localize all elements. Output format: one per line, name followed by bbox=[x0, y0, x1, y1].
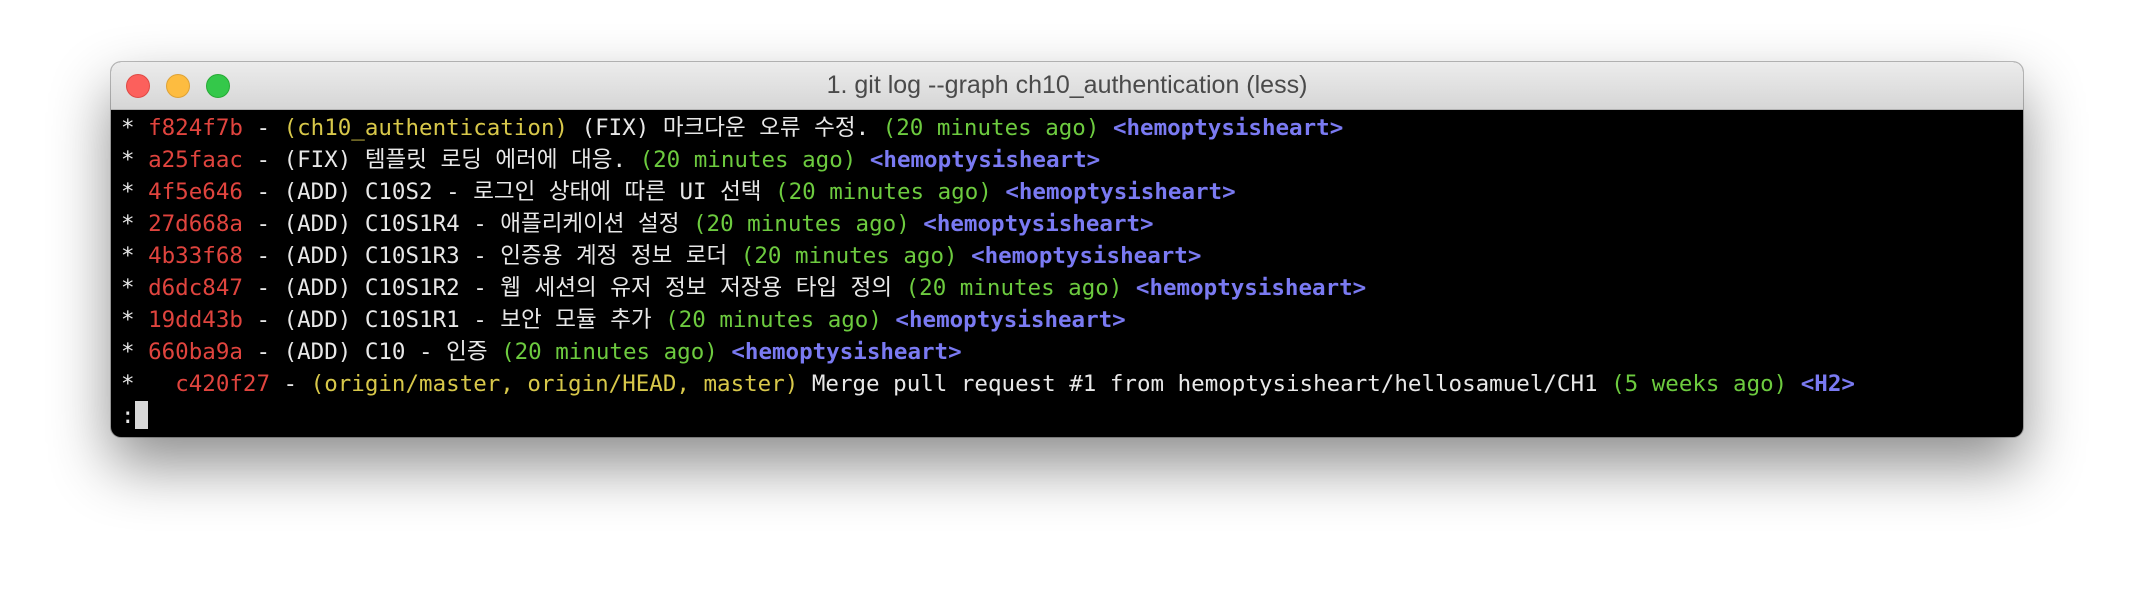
log-line: * 4b33f68 - (ADD) C10S1R3 - 인증용 계정 정보 로더… bbox=[121, 240, 2023, 272]
log-line: * f824f7b - (ch10_authentication) (FIX) … bbox=[121, 112, 2023, 144]
separator: - bbox=[242, 339, 284, 365]
separator: - bbox=[242, 307, 284, 333]
author-name: <hemoptysisheart> bbox=[856, 147, 1101, 173]
separator: - bbox=[242, 147, 284, 173]
log-line: * a25faac - (FIX) 템플릿 로딩 에러에 대응. (20 min… bbox=[121, 144, 2023, 176]
relative-time: (20 minutes ago) bbox=[775, 179, 992, 205]
pager-prompt: : bbox=[121, 403, 135, 429]
author-name: <hemoptysisheart> bbox=[1122, 275, 1367, 301]
commit-message: (ADD) C10S1R1 - 보안 모듈 추가 bbox=[283, 307, 666, 333]
log-line: * c420f27 - (origin/master, origin/HEAD,… bbox=[121, 368, 2023, 400]
author-name: <hemoptysisheart> bbox=[881, 307, 1126, 333]
commit-message: (ADD) C10 - 인증 bbox=[283, 339, 502, 365]
relative-time: (5 weeks ago) bbox=[1611, 371, 1788, 397]
commit-hash: 660ba9a bbox=[148, 339, 243, 365]
graph-marker: * bbox=[121, 275, 149, 301]
relative-time: (20 minutes ago) bbox=[740, 243, 958, 269]
relative-time: (20 minutes ago) bbox=[905, 275, 1123, 301]
graph-marker: * bbox=[121, 211, 149, 237]
commit-message: Merge pull request #1 from hemoptysishea… bbox=[798, 371, 1612, 397]
commit-hash: 27d668a bbox=[148, 211, 243, 237]
commit-hash: f824f7b bbox=[148, 115, 243, 141]
title-bar[interactable]: 1. git log --graph ch10_authentication (… bbox=[111, 62, 2023, 110]
relative-time: (20 minutes ago) bbox=[665, 307, 882, 333]
author-name: <H2> bbox=[1787, 371, 1855, 397]
commit-message: (ADD) C10S1R3 - 인증용 계정 정보 로더 bbox=[283, 243, 741, 269]
log-line: * 660ba9a - (ADD) C10 - 인증 (20 minutes a… bbox=[121, 336, 2023, 368]
separator: - bbox=[242, 275, 284, 301]
graph-marker: * bbox=[121, 371, 176, 397]
author-name: <hemoptysisheart> bbox=[909, 211, 1154, 237]
commit-message: (FIX) 템플릿 로딩 에러에 대응. bbox=[283, 147, 640, 173]
author-name: <hemoptysisheart> bbox=[991, 179, 1236, 205]
commit-hash: c420f27 bbox=[175, 371, 271, 397]
commit-message: (ADD) C10S1R2 - 웹 세션의 유저 정보 저장용 타입 정의 bbox=[283, 275, 906, 301]
commit-hash: d6dc847 bbox=[148, 275, 243, 301]
commit-message: (ADD) C10S1R4 - 애플리케이션 설정 bbox=[283, 211, 693, 237]
separator: - bbox=[242, 115, 284, 141]
pager-prompt-line[interactable]: : bbox=[121, 400, 2023, 432]
relative-time: (20 minutes ago) bbox=[882, 115, 1100, 141]
text-cursor bbox=[134, 401, 148, 429]
log-line: * 27d668a - (ADD) C10S1R4 - 애플리케이션 설정 (2… bbox=[121, 208, 2023, 240]
author-name: <hemoptysisheart> bbox=[717, 339, 962, 365]
separator: - bbox=[242, 243, 284, 269]
author-name: <hemoptysisheart> bbox=[957, 243, 1202, 269]
ref-names: (origin/master, origin/HEAD, master) bbox=[310, 371, 799, 397]
commit-message: (ADD) C10S2 - 로그인 상태에 따른 UI 선택 bbox=[283, 179, 776, 205]
graph-marker: * bbox=[121, 243, 149, 269]
commit-message: (FIX) 마크다운 오류 수정. bbox=[568, 115, 883, 141]
relative-time: (20 minutes ago) bbox=[693, 211, 910, 237]
commit-hash: 19dd43b bbox=[148, 307, 243, 333]
log-line: * 19dd43b - (ADD) C10S1R1 - 보안 모듈 추가 (20… bbox=[121, 304, 2023, 336]
window-title: 1. git log --graph ch10_authentication (… bbox=[826, 71, 1308, 99]
commit-hash: a25faac bbox=[148, 147, 243, 173]
commit-hash: 4f5e646 bbox=[148, 179, 243, 205]
separator: - bbox=[270, 371, 311, 397]
relative-time: (20 minutes ago) bbox=[639, 147, 857, 173]
commit-hash: 4b33f68 bbox=[148, 243, 243, 269]
terminal-window: 1. git log --graph ch10_authentication (… bbox=[111, 62, 2023, 437]
separator: - bbox=[242, 179, 284, 205]
ref-names: (ch10_authentication) bbox=[283, 115, 569, 141]
separator: - bbox=[242, 211, 284, 237]
graph-marker: * bbox=[121, 339, 149, 365]
graph-marker: * bbox=[121, 307, 149, 333]
relative-time: (20 minutes ago) bbox=[501, 339, 718, 365]
terminal-output[interactable]: * f824f7b - (ch10_authentication) (FIX) … bbox=[111, 110, 2023, 432]
graph-marker: * bbox=[121, 115, 149, 141]
log-line: * 4f5e646 - (ADD) C10S2 - 로그인 상태에 따른 UI … bbox=[121, 176, 2023, 208]
graph-marker: * bbox=[121, 147, 149, 173]
author-name: <hemoptysisheart> bbox=[1099, 115, 1344, 141]
log-line: * d6dc847 - (ADD) C10S1R2 - 웹 세션의 유저 정보 … bbox=[121, 272, 2023, 304]
graph-marker: * bbox=[121, 179, 149, 205]
